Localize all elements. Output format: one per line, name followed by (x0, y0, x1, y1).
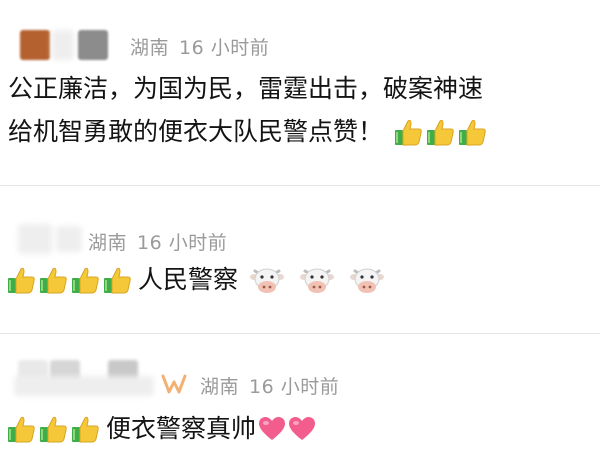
thumbs-up-icon (72, 416, 99, 443)
thumbs-up-icon (395, 119, 422, 146)
comment-time: 16 小时前 (249, 376, 340, 398)
comment-text-line: 公正廉洁，为国为民，雷霆出击，破案神速 (8, 72, 483, 106)
cow-face-icon (250, 268, 285, 293)
avatar[interactable] (20, 30, 50, 60)
emoji-group (6, 265, 134, 295)
thumbs-up-icon (104, 267, 131, 294)
thumbs-up-icon (8, 416, 35, 443)
comment-meta: 湖南 16 小时前 (88, 228, 227, 255)
emoji-group (393, 117, 489, 147)
thumbs-up-icon (459, 119, 486, 146)
comment-item: 湖南 16 小时前 公正廉洁，为国为民，雷霆出击，破案神速 给机智勇敢的便衣大队… (0, 0, 600, 185)
comment-location: 湖南 (130, 37, 170, 59)
comment-text: 公正廉洁，为国为民，雷霆出击，破案神速 (8, 74, 484, 103)
comment-item: 湖南 16 小时前 便衣警察真帅 (0, 334, 600, 450)
comment-location: 湖南 (200, 376, 240, 398)
thumbs-up-icon (427, 119, 454, 146)
thumbs-up-icon (40, 267, 67, 294)
username-censored[interactable] (52, 30, 74, 60)
comment-text-line: 给机智勇敢的便衣大队民警点赞！ (8, 115, 489, 149)
username-censored[interactable] (56, 226, 82, 252)
comment-meta: 湖南 16 小时前 (200, 372, 339, 399)
comment-text: 人民警察 (138, 265, 239, 294)
comment-text-line: 人民警察 (6, 263, 392, 297)
comment-time: 16 小时前 (179, 37, 270, 59)
emoji-group (242, 265, 392, 295)
comment-text: 给机智勇敢的便衣大队民警点赞！ (8, 117, 384, 146)
pink-heart-icon (289, 417, 316, 440)
thumbs-up-icon (72, 267, 99, 294)
comment-text: 便衣警察真帅 (106, 414, 257, 443)
cow-face-icon (350, 268, 385, 293)
emoji-group (258, 416, 318, 442)
avatar[interactable] (18, 224, 52, 254)
username-censored[interactable] (78, 30, 108, 60)
thumbs-up-icon (40, 416, 67, 443)
membership-badge-icon (161, 374, 187, 394)
emoji-group (6, 414, 102, 444)
comment-meta: 湖南 16 小时前 (130, 33, 269, 60)
comment-time: 16 小时前 (137, 232, 228, 254)
thumbs-up-icon (8, 267, 35, 294)
comment-item: 湖南 16 小时前 人民警察 (0, 186, 600, 333)
cow-face-icon (300, 268, 335, 293)
pink-heart-icon (259, 417, 286, 440)
username-censored[interactable] (14, 376, 154, 396)
comment-text-line: 便衣警察真帅 (6, 412, 318, 446)
comment-location: 湖南 (88, 232, 128, 254)
